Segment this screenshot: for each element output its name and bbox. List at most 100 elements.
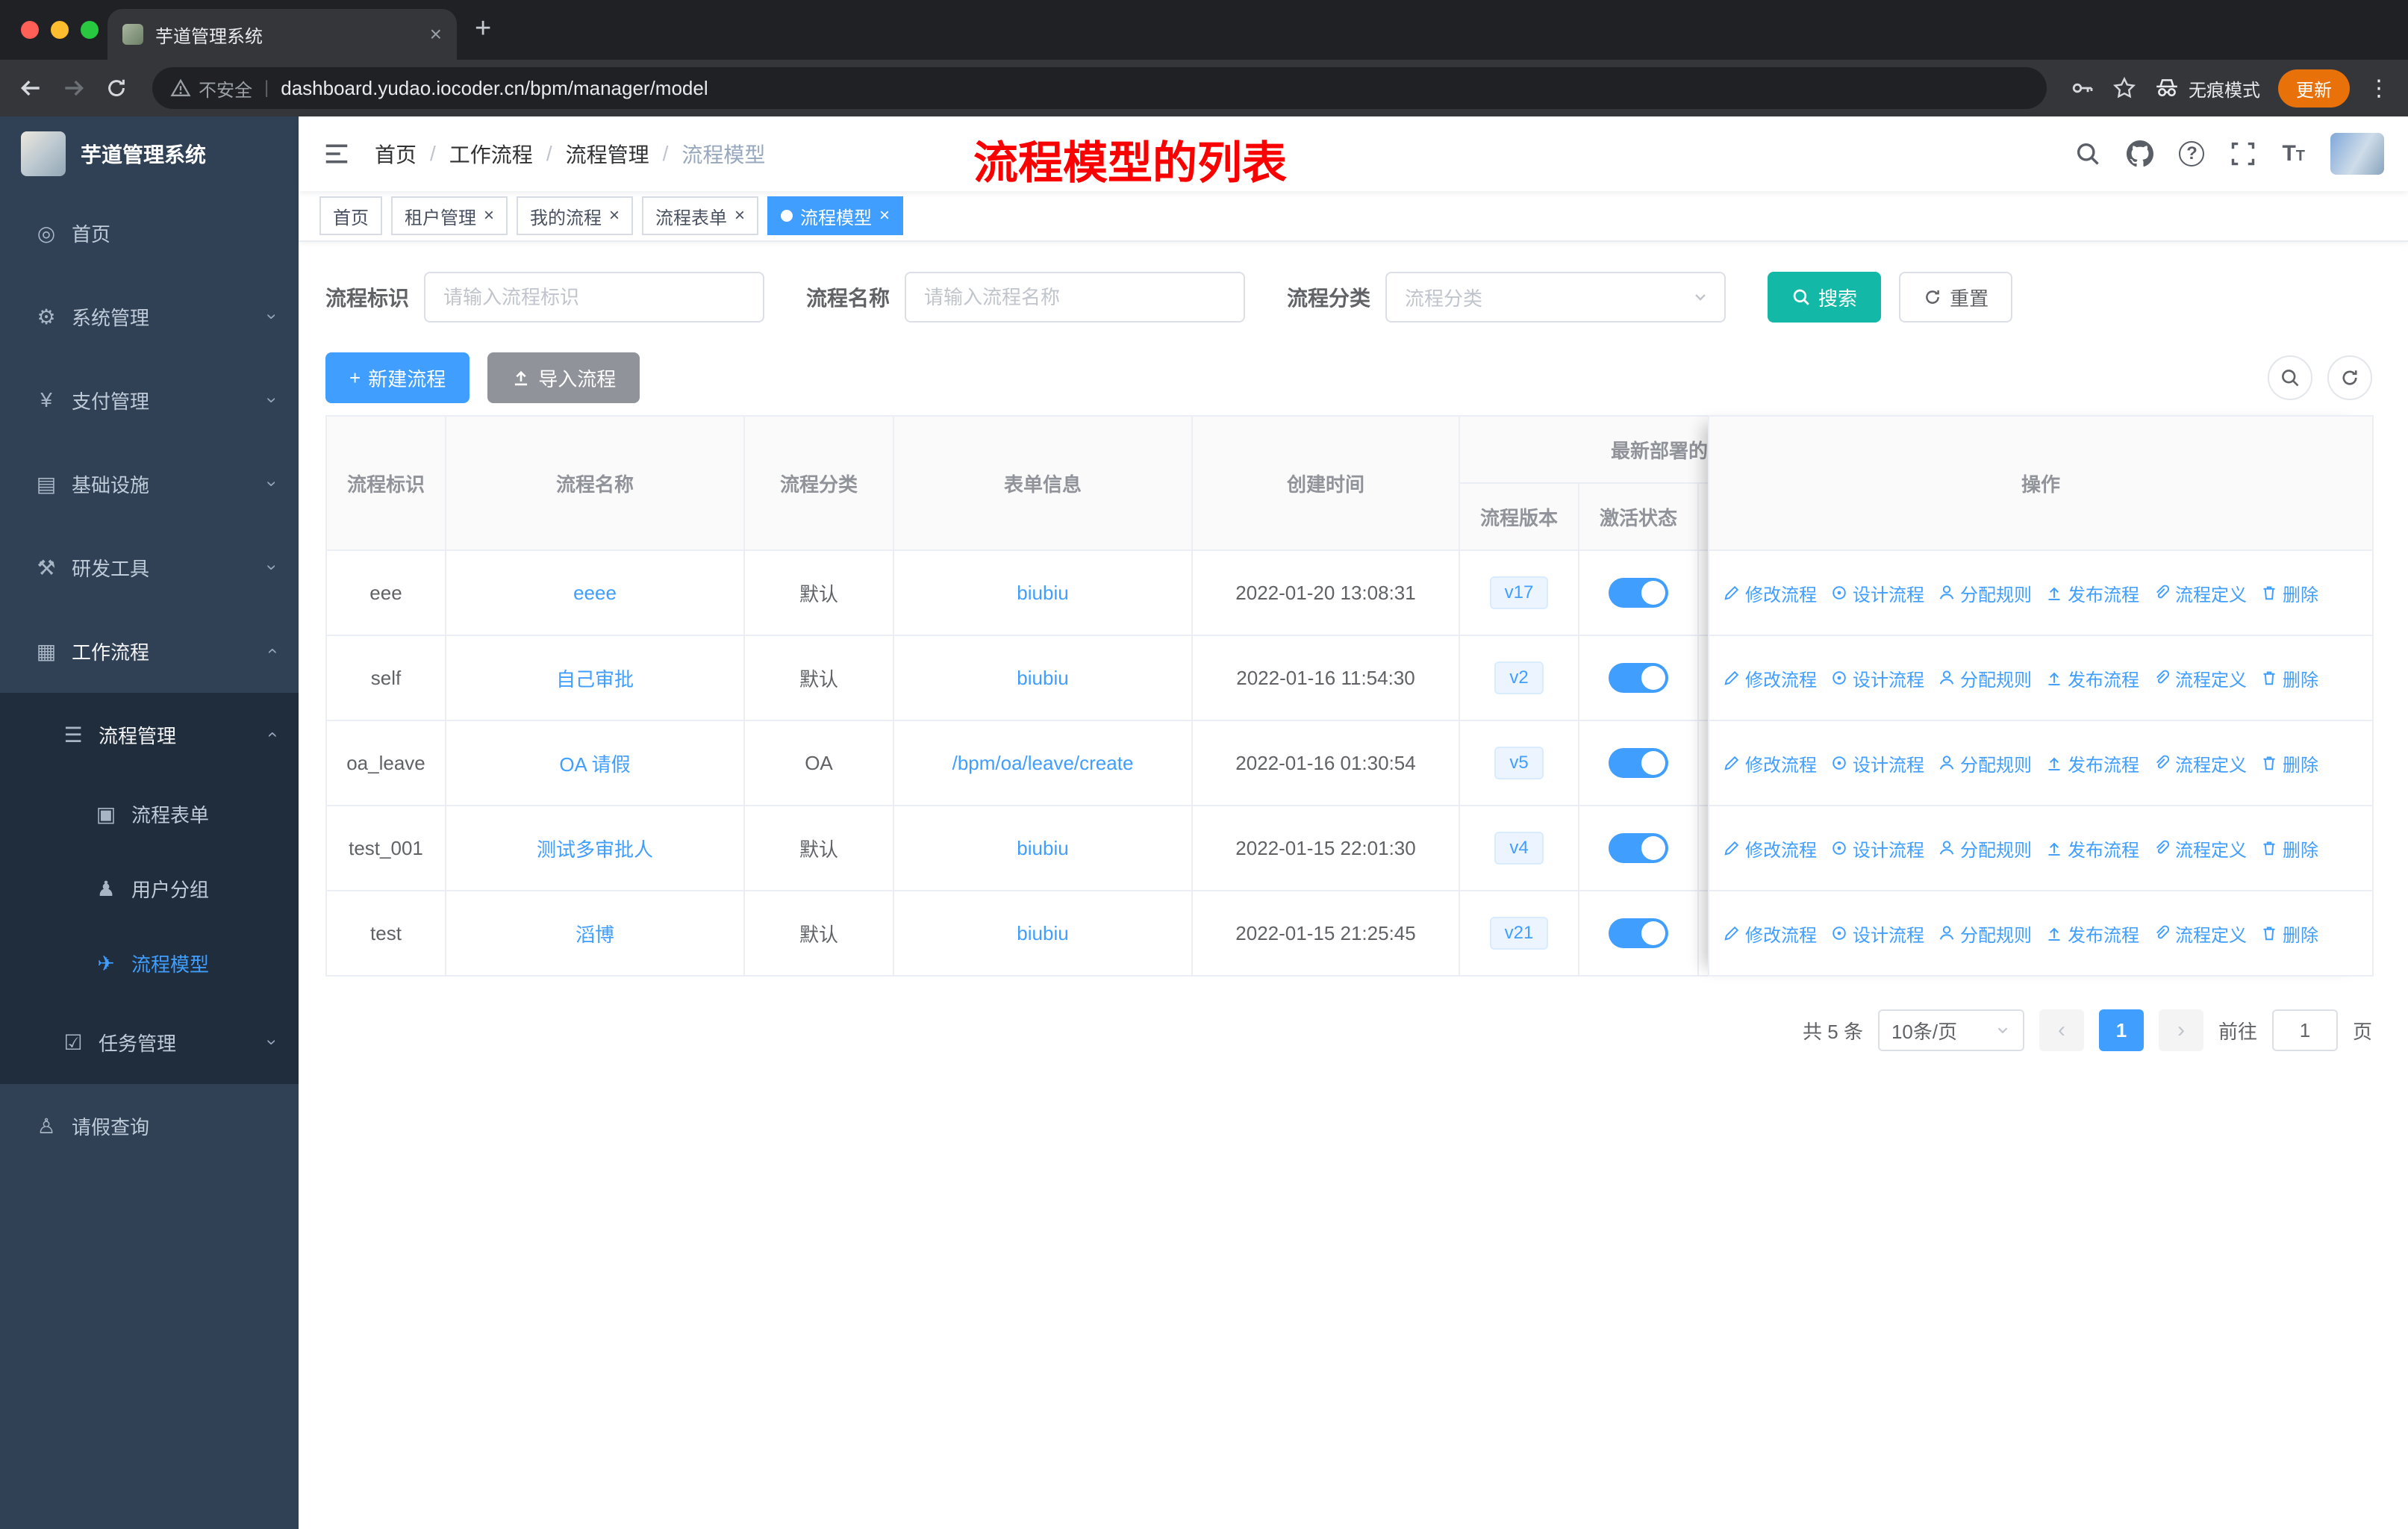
search-icon[interactable] — [2074, 140, 2101, 167]
sidebar-item-payment-manage[interactable]: ¥ 支付管理 › — [0, 358, 299, 442]
forward-icon[interactable] — [61, 75, 87, 101]
search-button[interactable]: 搜索 — [1768, 272, 1882, 323]
process-name-link[interactable]: 滔博 — [576, 924, 614, 946]
breadcrumb-item[interactable]: 流程管理 — [566, 139, 649, 169]
version-tag[interactable]: v5 — [1494, 747, 1544, 779]
delete-link[interactable]: 删除 — [2260, 665, 2318, 691]
fullscreen-icon[interactable] — [2230, 140, 2256, 167]
process-name-input[interactable] — [905, 272, 1246, 323]
process-key-input[interactable] — [424, 272, 765, 323]
sidebar-item-user-group[interactable]: ♟ 用户分组 — [0, 851, 299, 926]
refresh-button[interactable] — [2327, 355, 2372, 400]
active-toggle[interactable] — [1609, 663, 1668, 693]
active-toggle[interactable] — [1609, 748, 1668, 778]
process-definition-link[interactable]: 流程定义 — [2153, 835, 2247, 862]
process-name-link[interactable]: eeee — [573, 582, 617, 604]
delete-link[interactable]: 删除 — [2260, 580, 2318, 606]
active-toggle[interactable] — [1609, 833, 1668, 863]
delete-link[interactable]: 删除 — [2260, 750, 2318, 776]
next-page-button[interactable]: › — [2158, 1009, 2203, 1051]
font-size-icon[interactable]: TT — [2282, 141, 2305, 166]
process-definition-link[interactable]: 流程定义 — [2153, 921, 2247, 947]
delete-link[interactable]: 删除 — [2260, 835, 2318, 862]
tag-close-icon[interactable]: × — [879, 207, 890, 225]
browser-menu-icon[interactable]: ⋮ — [2368, 75, 2390, 102]
version-tag[interactable]: v2 — [1494, 661, 1544, 694]
form-info-link[interactable]: biubiu — [1017, 837, 1068, 859]
design-process-link[interactable]: 设计流程 — [1830, 665, 1924, 691]
assign-rule-link[interactable]: 分配规则 — [1938, 580, 2032, 606]
publish-process-link[interactable]: 发布流程 — [2045, 580, 2139, 606]
tag-close-icon[interactable]: × — [484, 207, 494, 225]
design-process-link[interactable]: 设计流程 — [1830, 750, 1924, 776]
sidebar-item-task-manage[interactable]: ☑ 任务管理 › — [0, 1000, 299, 1084]
app-logo[interactable]: 芋道管理系统 — [0, 116, 299, 191]
modify-process-link[interactable]: 修改流程 — [1723, 921, 1817, 947]
prev-page-button[interactable]: ‹ — [2039, 1009, 2084, 1051]
new-tab-button[interactable]: + — [475, 13, 491, 45]
process-name-link[interactable]: 测试多审批人 — [537, 838, 653, 861]
assign-rule-link[interactable]: 分配规则 — [1938, 665, 2032, 691]
current-page-button[interactable]: 1 — [2098, 1009, 2144, 1051]
active-toggle[interactable] — [1609, 918, 1668, 948]
key-icon[interactable] — [2071, 76, 2094, 100]
publish-process-link[interactable]: 发布流程 — [2045, 835, 2139, 862]
security-warning[interactable]: 不安全 — [170, 75, 252, 102]
update-button[interactable]: 更新 — [2278, 69, 2350, 108]
version-tag[interactable]: v17 — [1489, 576, 1549, 609]
modify-process-link[interactable]: 修改流程 — [1723, 835, 1817, 862]
sidebar-item-dev-tools[interactable]: ⚒ 研发工具 › — [0, 526, 299, 609]
reset-button[interactable]: 重置 — [1899, 272, 2013, 323]
form-info-link[interactable]: biubiu — [1017, 667, 1068, 689]
form-info-link[interactable]: biubiu — [1017, 582, 1068, 604]
form-info-link[interactable]: biubiu — [1017, 922, 1068, 944]
modify-process-link[interactable]: 修改流程 — [1723, 750, 1817, 776]
process-definition-link[interactable]: 流程定义 — [2153, 750, 2247, 776]
delete-link[interactable]: 删除 — [2260, 921, 2318, 947]
minimize-window-button[interactable] — [51, 21, 69, 39]
sidebar-item-infrastructure[interactable]: ▤ 基础设施 › — [0, 442, 299, 526]
tag-process-model[interactable]: 流程模型 × — [767, 196, 904, 235]
sidebar-item-home[interactable]: ◎ 首页 — [0, 191, 299, 275]
import-process-button[interactable]: 导入流程 — [487, 352, 640, 403]
menu-fold-icon[interactable] — [322, 140, 351, 168]
create-process-button[interactable]: + 新建流程 — [325, 352, 470, 403]
breadcrumb-item[interactable]: 首页 — [375, 139, 417, 169]
assign-rule-link[interactable]: 分配规则 — [1938, 921, 2032, 947]
tag-my-process[interactable]: 我的流程 × — [517, 196, 634, 235]
sidebar-item-system-manage[interactable]: ⚙ 系统管理 › — [0, 275, 299, 358]
publish-process-link[interactable]: 发布流程 — [2045, 921, 2139, 947]
page-size-select[interactable]: 10条/页 — [1877, 1009, 2024, 1051]
assign-rule-link[interactable]: 分配规则 — [1938, 750, 2032, 776]
user-avatar[interactable] — [2330, 133, 2384, 175]
help-icon[interactable]: ? — [2179, 141, 2205, 166]
modify-process-link[interactable]: 修改流程 — [1723, 665, 1817, 691]
version-tag[interactable]: v21 — [1489, 917, 1549, 950]
tab-close-icon[interactable]: × — [430, 24, 442, 45]
sidebar-item-workflow[interactable]: ▦ 工作流程 › — [0, 609, 299, 693]
sidebar-item-process-model[interactable]: ✈ 流程模型 — [0, 926, 299, 1000]
sidebar-item-process-form[interactable]: ▣ 流程表单 — [0, 776, 299, 851]
publish-process-link[interactable]: 发布流程 — [2045, 750, 2139, 776]
browser-tab[interactable]: 芋道管理系统 × — [107, 9, 457, 60]
goto-page-input[interactable] — [2271, 1009, 2338, 1051]
design-process-link[interactable]: 设计流程 — [1830, 580, 1924, 606]
assign-rule-link[interactable]: 分配规则 — [1938, 835, 2032, 862]
process-definition-link[interactable]: 流程定义 — [2153, 580, 2247, 606]
url-text[interactable]: dashboard.yudao.iocoder.cn/bpm/manager/m… — [281, 77, 708, 100]
tag-close-icon[interactable]: × — [609, 207, 620, 225]
sidebar-item-leave-query[interactable]: ♙ 请假查询 — [0, 1084, 299, 1168]
sidebar-item-process-manage[interactable]: ☰ 流程管理 › — [0, 693, 299, 776]
modify-process-link[interactable]: 修改流程 — [1723, 580, 1817, 606]
back-icon[interactable] — [18, 75, 43, 101]
tag-home[interactable]: 首页 — [319, 196, 382, 235]
show-search-button[interactable] — [2268, 355, 2312, 400]
design-process-link[interactable]: 设计流程 — [1830, 835, 1924, 862]
tag-tenant-manage[interactable]: 租户管理 × — [391, 196, 508, 235]
version-tag[interactable]: v4 — [1494, 832, 1544, 865]
process-name-link[interactable]: 自己审批 — [556, 668, 634, 691]
active-toggle[interactable] — [1609, 578, 1668, 608]
github-icon[interactable] — [2127, 140, 2154, 167]
form-info-link[interactable]: /bpm/oa/leave/create — [952, 752, 1134, 774]
close-window-button[interactable] — [21, 21, 39, 39]
